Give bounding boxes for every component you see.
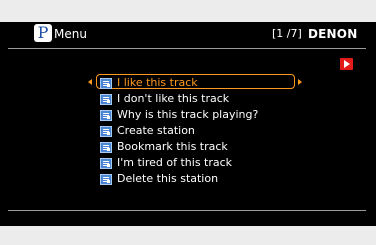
track-item-icon [100, 158, 112, 169]
menu-item-bookmark[interactable]: Bookmark this track [100, 139, 310, 155]
play-icon [340, 58, 353, 70]
track-item-icon [100, 174, 112, 185]
menu-item-label: Create station [117, 124, 195, 137]
divider-bottom [8, 210, 366, 211]
left-arrow-icon[interactable] [88, 79, 92, 85]
menu-item-label: Delete this station [117, 172, 219, 185]
menu-title: Menu [54, 27, 87, 41]
p-badge-icon: P [34, 24, 52, 42]
menu-item-label: I'm tired of this track [117, 156, 233, 169]
page-indicator: [1 /7] [272, 27, 302, 40]
menu-item-label: Bookmark this track [117, 140, 228, 153]
menu-item-create-station[interactable]: Create station [100, 123, 310, 139]
top-bar [0, 0, 376, 22]
track-item-icon [100, 142, 112, 153]
menu-item-like[interactable]: I like this track [100, 75, 310, 91]
track-item-icon [100, 110, 112, 121]
menu-item-dislike[interactable]: I don't like this track [100, 91, 310, 107]
menu-item-label: Why is this track playing? [117, 108, 259, 121]
track-item-icon [100, 126, 112, 137]
track-item-icon [100, 78, 112, 89]
menu-item-label: I don't like this track [117, 92, 230, 105]
bottom-bar [0, 226, 376, 245]
menu-item-tired[interactable]: I'm tired of this track [100, 155, 310, 171]
divider-top [8, 48, 366, 49]
menu-item-delete-station[interactable]: Delete this station [100, 171, 310, 187]
screen: P Menu [1 /7] DENON I like this track I … [0, 0, 376, 245]
menu-item-label: I like this track [117, 76, 198, 89]
track-item-icon [100, 94, 112, 105]
menu-list: I like this track I don't like this trac… [100, 75, 310, 187]
brand-logo: DENON [308, 27, 358, 41]
menu-item-why-playing[interactable]: Why is this track playing? [100, 107, 310, 123]
